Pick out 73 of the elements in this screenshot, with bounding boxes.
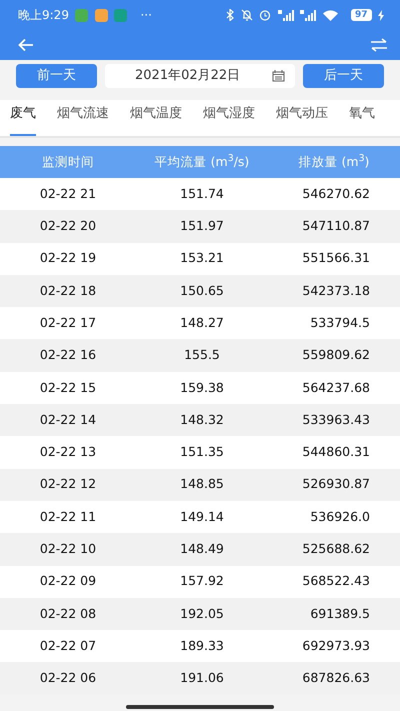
back-icon[interactable] <box>18 38 34 52</box>
charging-icon <box>378 10 384 20</box>
tab[interactable]: 烟气流速 <box>57 100 109 136</box>
table-cell-text: 544860.31 <box>301 443 371 462</box>
table-cell-text: 02-22 11 <box>38 508 98 526</box>
table-cell-text: 151.74 <box>179 184 225 203</box>
table-cell-text: 02-22 17 <box>38 314 98 332</box>
table-cell-text: 526930.87 <box>301 475 371 494</box>
table-cell-text: 691389.5 <box>309 604 371 623</box>
table-cell-text: 148.49 <box>179 540 225 558</box>
table-cell-text: 02-22 14 <box>38 410 98 429</box>
calendar-icon[interactable] <box>272 70 285 82</box>
table-cell-text: 02-22 13 <box>38 443 98 462</box>
table-cell-text: 148.32 <box>179 410 225 429</box>
table-cell-text: 542373.18 <box>301 282 371 300</box>
table-cell-text: 02-22 09 <box>38 572 98 590</box>
swap-icon[interactable] <box>370 38 388 52</box>
column-header: 平均流量 (m$^{3}$/s) <box>154 152 250 171</box>
table-cell-text: 02-22 21 <box>38 184 98 203</box>
table-cell-text: 559809.62 <box>301 346 371 364</box>
table-cell-text: 02-22 12 <box>38 475 98 494</box>
table-cell-text: 153.21 <box>179 249 225 268</box>
previous-day-button[interactable]: 前一天 <box>16 64 97 88</box>
tab[interactable]: 氧气 <box>349 100 375 136</box>
table-cell-text: 02-22 07 <box>38 636 98 655</box>
table-cell-text: 533794.5 <box>309 314 371 332</box>
table-cell-text: 192.05 <box>179 604 225 623</box>
table-cell-text: 02-22 10 <box>38 540 98 558</box>
status-time: 晚上9:29 <box>18 7 69 24</box>
table-cell-text: 02-22 20 <box>38 217 98 236</box>
table-cell-text: 02-22 08 <box>38 604 98 623</box>
signal-icon <box>300 10 316 20</box>
tab[interactable]: 烟气湿度 <box>203 100 255 136</box>
table-cell-text: 546270.62 <box>301 184 371 203</box>
next-day-button[interactable]: 后一天 <box>303 64 384 88</box>
table-cell-text: 02-22 19 <box>38 249 98 268</box>
table-cell-text: 159.38 <box>179 378 225 397</box>
table-cell-text: 568522.43 <box>301 572 371 590</box>
table-cell-text: 692973.93 <box>301 636 371 655</box>
table-cell-text: 191.06 <box>179 669 225 688</box>
table-cell-text: 687826.63 <box>301 669 371 688</box>
table-cell-text: 564237.68 <box>301 378 371 397</box>
alarm-icon <box>259 9 272 21</box>
bell-off-icon <box>240 9 253 21</box>
table-cell-text: 151.35 <box>179 443 225 462</box>
table-cell-text: 149.14 <box>179 508 225 526</box>
table-cell-text: 150.65 <box>179 282 225 300</box>
tab[interactable]: 烟气动压 <box>276 100 328 136</box>
tab[interactable]: 废气 <box>10 100 36 136</box>
table-cell-text: 525688.62 <box>301 540 371 558</box>
tab[interactable]: 烟气温度 <box>130 100 182 136</box>
wifi-icon <box>322 10 338 20</box>
table-cell-text: 551566.31 <box>301 249 371 268</box>
table-cell-text: 02-22 06 <box>38 669 98 688</box>
column-header: 监测时间 <box>41 152 95 171</box>
table-cell-text: 189.33 <box>179 636 225 655</box>
table-cell-text: 547110.87 <box>301 217 371 236</box>
more-notifications: ··· <box>140 7 152 24</box>
table-cell-text: 02-22 15 <box>38 378 98 397</box>
table-cell-text: 533963.43 <box>301 410 371 429</box>
table-cell-text: 148.85 <box>179 475 225 494</box>
bluetooth-icon <box>226 9 234 21</box>
table-cell-text: 148.27 <box>179 314 225 332</box>
table-cell-text: 536926.0 <box>309 508 371 526</box>
table-cell-text: 151.97 <box>179 217 225 236</box>
date-field[interactable]: 2021年02月22日 <box>105 64 295 88</box>
battery-icon: 97 <box>350 9 372 21</box>
signal-icon <box>278 10 294 20</box>
column-header: 排放量 (m$^{3}$) <box>298 152 370 171</box>
table-cell-text: 157.92 <box>179 572 225 590</box>
table-cell-text: 02-22 16 <box>38 346 98 364</box>
table-cell-text: 155.5 <box>183 346 221 364</box>
table-cell-text: 02-22 18 <box>38 282 98 300</box>
